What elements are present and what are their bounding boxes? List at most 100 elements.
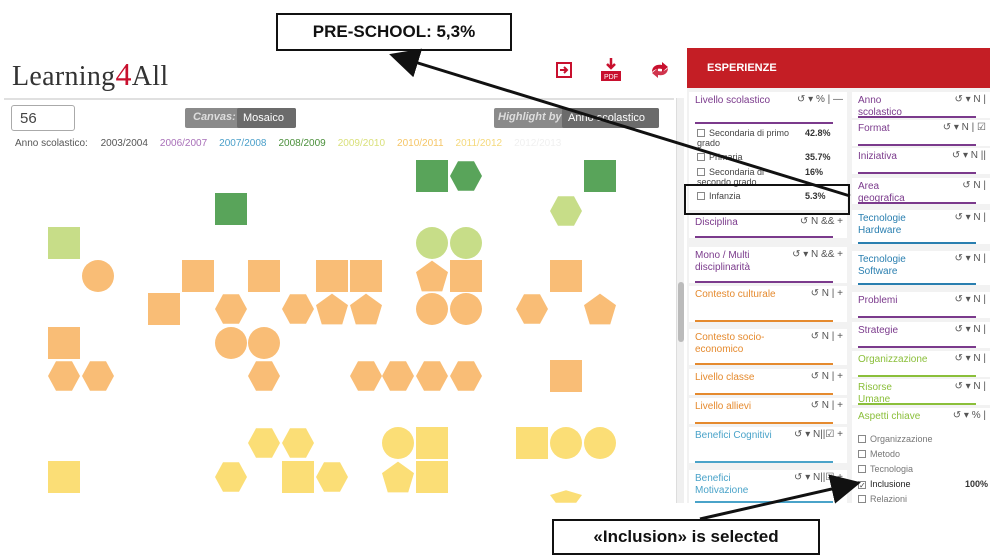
filter-controls[interactable]: ↺ N | [962,180,986,191]
experience-tile[interactable] [550,360,582,392]
experience-tile[interactable] [215,327,247,359]
filter-controls[interactable]: ↺ ▾ N | [954,294,986,305]
filter-controls[interactable]: ↺ ▾ N||☑ + [794,429,843,440]
experience-tile[interactable] [316,260,348,292]
filter-controls[interactable]: ↺ ▾ % | — [797,94,843,105]
filter-mono-multi-disciplinarit-[interactable]: Mono / Multi disciplinarità ↺ ▾ N && + [689,247,847,283]
checkbox-icon[interactable]: ✓ [858,481,866,490]
experience-tile[interactable] [148,293,180,325]
experience-tile[interactable] [584,160,616,192]
aspetti-option[interactable]: Metodo [858,449,900,460]
filter-controls[interactable]: ↺ N && + [800,216,843,227]
checkbox-icon[interactable] [697,129,705,137]
filter-livello-classe[interactable]: Livello classe ↺ N | + [689,369,847,395]
highlight-dropdown[interactable]: Anno scolastico ▾ [562,108,659,144]
scrollbar-thumb[interactable] [678,282,684,342]
experience-count: 56 [11,105,75,131]
experience-tile[interactable] [550,427,582,459]
app-logo: Learning4All [12,56,168,93]
year-legend-item[interactable]: 2003/2004 [101,138,148,149]
filter-controls[interactable]: ↺ ▾ N || [952,150,986,161]
experience-tile[interactable] [282,461,314,493]
year-legend-item[interactable]: 2008/2009 [278,138,325,149]
year-legend-item[interactable]: 2006/2007 [160,138,207,149]
experience-tile[interactable] [450,227,482,259]
experience-tile[interactable] [350,260,382,292]
aspetti-option[interactable]: Organizzazione [858,434,933,445]
filter-controls[interactable]: ↺ ▾ % | [953,410,986,421]
filter-controls[interactable]: ↺ ▾ N | [954,324,986,335]
experience-tile[interactable] [248,327,280,359]
filter-format[interactable]: Format ↺ ▾ N | ☑ [852,120,990,146]
highlight-selector[interactable]: Highlight by: Anno scolastico ▾ [494,108,659,144]
experience-tile[interactable] [450,293,482,325]
year-legend-item[interactable]: 2011/2012 [456,138,503,149]
login-icon[interactable] [552,60,576,84]
experience-tile[interactable] [416,293,448,325]
experience-tile[interactable] [182,260,214,292]
filter-controls[interactable]: ↺ ▾ N | [954,353,986,364]
filter-area-geografica[interactable]: Area geografica ↺ N | [852,178,990,204]
filter-controls[interactable]: ↺ N | + [811,371,843,382]
filter-aspetti-chiave[interactable]: Aspetti chiave ↺ ▾ % | [852,408,990,434]
aspetti-option[interactable]: Tecnologia [858,464,913,475]
checkbox-icon[interactable] [858,465,866,473]
filter-controls[interactable]: ↺ ▾ N | [954,212,986,223]
filter-benefici-motivazione[interactable]: Benefici Motivazione ↺ ▾ N||☑ + [689,470,847,503]
filter-contesto-culturale[interactable]: Contesto culturale ↺ N | + [689,286,847,322]
canvas-dropdown[interactable]: Mosaico ▾ [237,108,296,144]
livello-option[interactable]: Primaria [697,152,792,162]
experience-tile[interactable] [48,327,80,359]
aspetti-option[interactable]: ✓ Inclusione [858,479,911,490]
checkbox-icon[interactable] [858,495,866,503]
checkbox-icon[interactable] [697,153,705,161]
experience-tile[interactable] [82,260,114,292]
experience-tile[interactable] [584,427,616,459]
pdf-icon[interactable]: PDF [599,56,623,86]
filter-tecnologie-software[interactable]: Tecnologie Software ↺ ▾ N | [852,251,990,285]
year-legend-item[interactable]: 2007/2008 [219,138,266,149]
filter-contesto-socio-economico[interactable]: Contesto socio-economico ↺ N | + [689,329,847,365]
checkbox-icon[interactable] [697,168,705,176]
filter-controls[interactable]: ↺ ▾ N||☑ + [794,472,843,483]
experience-tile[interactable] [248,260,280,292]
experience-tile[interactable] [416,160,448,192]
checkbox-icon[interactable] [858,435,866,443]
experience-tile[interactable] [416,427,448,459]
experience-tile[interactable] [382,427,414,459]
filter-controls[interactable]: ↺ ▾ N | [954,253,986,264]
checkbox-icon[interactable] [858,450,866,458]
filter-disciplina[interactable]: Disciplina ↺ N && + [689,214,847,238]
filter-strategie[interactable]: Strategie ↺ ▾ N | [852,322,990,348]
experience-tile[interactable] [416,461,448,493]
livello-option[interactable]: Secondaria di primo grado [697,128,792,148]
panel-scrollbar[interactable] [676,98,684,503]
experience-tile[interactable] [48,227,80,259]
experience-tile[interactable] [550,260,582,292]
filter-controls[interactable]: ↺ N | + [811,400,843,411]
canvas-selector[interactable]: Canvas: Mosaico ▾ [185,108,296,144]
filter-livello-allievi[interactable]: Livello allievi ↺ N | + [689,398,847,424]
year-legend-item[interactable]: 2012/2013 [514,138,561,149]
filter-controls[interactable]: ↺ ▾ N | ☑ [943,122,986,133]
filter-organizzazione[interactable]: Organizzazione ↺ ▾ N | [852,351,990,377]
experience-tile[interactable] [516,427,548,459]
filter-anno-scolastico[interactable]: Anno scolastico ↺ ▾ N | [852,92,990,118]
experience-tile[interactable] [416,227,448,259]
experience-tile[interactable] [48,461,80,493]
year-legend-item[interactable]: 2010/2011 [397,138,444,149]
filter-controls[interactable]: ↺ N | + [811,288,843,299]
filter-iniziativa[interactable]: Iniziativa ↺ ▾ N || [852,148,990,174]
filter-problemi[interactable]: Problemi ↺ ▾ N | [852,292,990,318]
filter-risorse-umane[interactable]: Risorse Umane ↺ ▾ N | [852,379,990,405]
experience-tile[interactable] [450,260,482,292]
filter-controls[interactable]: ↺ ▾ N | [954,381,986,392]
filter-controls[interactable]: ↺ ▾ N && + [792,249,843,260]
filter-benefici-cognitivi[interactable]: Benefici Cognitivi ↺ ▾ N||☑ + [689,427,847,463]
share-icon[interactable] [648,60,672,84]
filter-controls[interactable]: ↺ ▾ N | [954,94,986,105]
year-legend-item[interactable]: 2009/2010 [338,138,385,149]
filter-controls[interactable]: ↺ N | + [811,331,843,342]
experience-tile[interactable] [215,193,247,225]
filter-tecnologie-hardware[interactable]: Tecnologie Hardware ↺ ▾ N | [852,210,990,244]
